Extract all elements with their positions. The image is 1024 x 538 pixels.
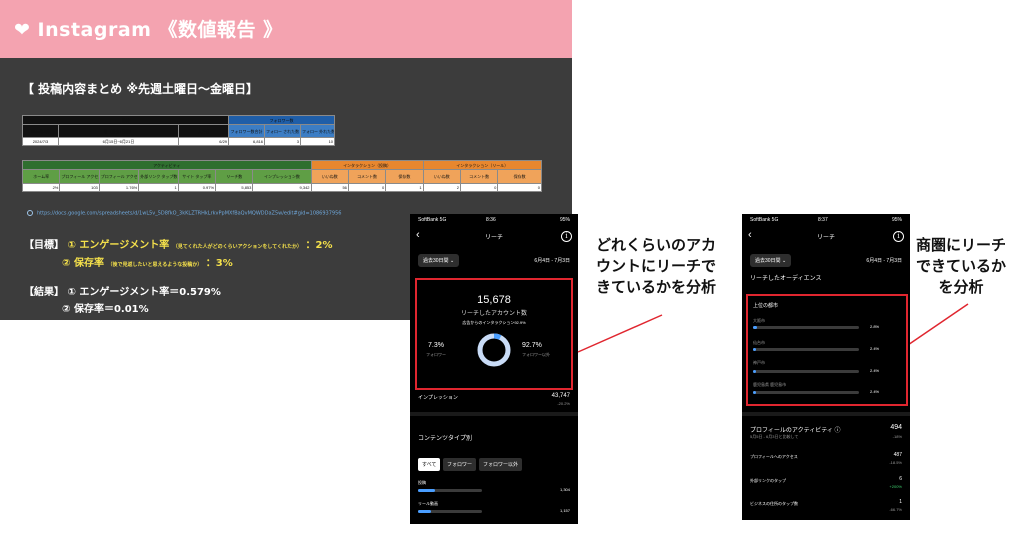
time: 8:37 [818,217,828,223]
info-icon[interactable]: ⓘ [835,428,841,434]
battery: 95% [891,217,902,223]
metric-1-value: 487 [893,452,902,458]
metric-2-change: +200% [889,484,902,489]
period-label: 過去30日間 [755,258,781,264]
carrier: SoftBank 5G [750,217,779,223]
metric-3-value: 1 [899,499,902,505]
activity-sub: 5月5日 - 6月3日と比較して [750,434,799,439]
metric-1-label: プロフィールへのアクセス [750,454,798,459]
section-divider [742,412,910,416]
connector-line-1 [577,314,663,353]
screenshot: ❤ Instagram 《数値報告 》 【 投稿内容まとめ ※先週土曜日〜金曜日… [0,0,1024,538]
connector-line-2 [904,303,969,348]
nav-bar: ‹ リーチ i [742,226,910,246]
date-range: 6月4日 - 7月3日 [866,258,902,264]
metric-3-label: ビジネスの住所のタップ数 [750,501,798,506]
metric-1-change: -18.5% [889,460,902,465]
nav-title: リーチ [816,235,835,241]
phone-audience-screen: SoftBank 5G 8:37 95% ‹ リーチ i 過去30日間 ⌄ 6月… [742,214,910,520]
activity-value: 494 [890,424,902,431]
metric-3-change: -66.7% [889,507,902,512]
audience-title: リーチしたオーディエンス [750,276,822,282]
metric-2-label: 外部リンクのタップ [750,478,786,483]
period-dropdown[interactable]: 過去30日間 ⌄ [750,254,792,267]
annotation-trade-area: 商圏にリーチ できているか を分析 [916,236,1007,296]
chevron-down-icon: ⌄ [781,258,787,264]
status-bar: SoftBank 5G 8:37 95% [742,214,910,224]
activity-title: プロフィールのアクティビティ ⓘ [750,425,841,434]
metric-2-value: 6 [899,476,902,482]
annotation-reach: どれくらいのアカ ウントにリーチで きているかを分析 [596,236,717,296]
activity-change: -18% [892,434,902,439]
info-icon[interactable]: i [893,231,904,242]
highlight-box [746,294,908,406]
